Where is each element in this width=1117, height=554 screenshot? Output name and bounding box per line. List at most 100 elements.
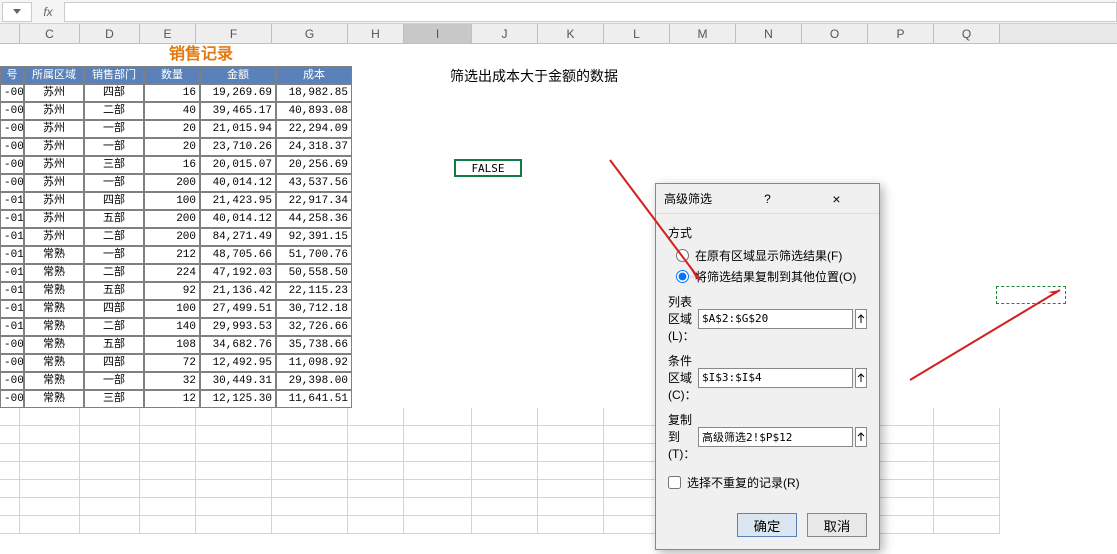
col-header[interactable]: O bbox=[802, 24, 868, 43]
table-cell[interactable]: 11,641.51 bbox=[276, 390, 352, 408]
sheet-body[interactable]: 销售记录 筛选出成本大于金额的数据 号 所属区域 销售部门 数量 金额 成本 -… bbox=[0, 44, 1117, 534]
col-header[interactable]: P bbox=[868, 24, 934, 43]
empty-cell[interactable] bbox=[0, 462, 20, 480]
empty-cell[interactable] bbox=[20, 480, 80, 498]
empty-cell[interactable] bbox=[140, 516, 196, 534]
table-cell[interactable]: 50,558.50 bbox=[276, 264, 352, 282]
table-cell[interactable]: 44,258.36 bbox=[276, 210, 352, 228]
table-cell[interactable]: 12 bbox=[144, 390, 200, 408]
table-cell[interactable]: 苏州 bbox=[24, 84, 84, 102]
table-cell[interactable]: 72 bbox=[144, 354, 200, 372]
table-cell[interactable]: 11,098.92 bbox=[276, 354, 352, 372]
table-cell[interactable]: 39,465.17 bbox=[200, 102, 276, 120]
empty-cell[interactable] bbox=[196, 462, 272, 480]
radio-inplace-input[interactable] bbox=[676, 249, 689, 262]
empty-cell[interactable] bbox=[20, 426, 80, 444]
table-row[interactable]: -006苏州一部2021,015.9422,294.09 bbox=[0, 120, 1117, 138]
table-cell[interactable]: 一部 bbox=[84, 174, 144, 192]
empty-cell[interactable] bbox=[80, 444, 140, 462]
table-cell[interactable]: 200 bbox=[144, 174, 200, 192]
empty-cell[interactable] bbox=[140, 408, 196, 426]
table-cell[interactable]: 苏州 bbox=[24, 228, 84, 246]
table-cell[interactable]: 12,125.30 bbox=[200, 390, 276, 408]
table-cell[interactable]: 四部 bbox=[84, 84, 144, 102]
table-cell[interactable]: 40 bbox=[144, 102, 200, 120]
table-cell[interactable]: 51,700.76 bbox=[276, 246, 352, 264]
empty-cell[interactable] bbox=[272, 426, 348, 444]
table-cell[interactable]: 21,136.42 bbox=[200, 282, 276, 300]
table-row[interactable]: -002常熟四部7212,492.9511,098.92 bbox=[0, 354, 1117, 372]
table-cell[interactable]: 212 bbox=[144, 246, 200, 264]
col-header[interactable]: Q bbox=[934, 24, 1000, 43]
empty-cell[interactable] bbox=[404, 516, 472, 534]
col-header[interactable]: M bbox=[670, 24, 736, 43]
table-cell[interactable]: 二部 bbox=[84, 228, 144, 246]
empty-cell[interactable] bbox=[140, 462, 196, 480]
col-header[interactable]: J bbox=[472, 24, 538, 43]
table-cell[interactable]: -006 bbox=[0, 120, 24, 138]
table-row[interactable]: -002常熟三部1212,125.3011,641.51 bbox=[0, 390, 1117, 408]
table-cell[interactable]: -011 bbox=[0, 210, 24, 228]
table-cell[interactable]: 常熟 bbox=[24, 354, 84, 372]
empty-cell[interactable] bbox=[80, 408, 140, 426]
list-range-input[interactable] bbox=[698, 309, 853, 329]
unique-checkbox[interactable] bbox=[668, 476, 681, 489]
table-cell[interactable]: 常熟 bbox=[24, 372, 84, 390]
empty-cell[interactable] bbox=[472, 462, 538, 480]
table-cell[interactable]: 苏州 bbox=[24, 192, 84, 210]
table-cell[interactable]: -004 bbox=[0, 84, 24, 102]
table-cell[interactable]: -010 bbox=[0, 192, 24, 210]
table-cell[interactable]: 20 bbox=[144, 138, 200, 156]
table-cell[interactable]: 常熟 bbox=[24, 318, 84, 336]
table-cell[interactable]: -014 bbox=[0, 264, 24, 282]
table-cell[interactable]: -019 bbox=[0, 318, 24, 336]
empty-cell[interactable] bbox=[472, 426, 538, 444]
empty-cell[interactable] bbox=[272, 444, 348, 462]
empty-cell[interactable] bbox=[20, 462, 80, 480]
table-cell[interactable]: 84,271.49 bbox=[200, 228, 276, 246]
empty-cell[interactable] bbox=[934, 480, 1000, 498]
table-cell[interactable]: -001 bbox=[0, 372, 24, 390]
empty-cell[interactable] bbox=[538, 444, 604, 462]
table-cell[interactable]: 22,115.23 bbox=[276, 282, 352, 300]
col-header[interactable]: D bbox=[80, 24, 140, 43]
range-picker-button[interactable] bbox=[855, 368, 867, 388]
empty-cell[interactable] bbox=[538, 408, 604, 426]
table-cell[interactable]: 16 bbox=[144, 156, 200, 174]
empty-cell[interactable] bbox=[348, 480, 404, 498]
table-cell[interactable]: 29,398.00 bbox=[276, 372, 352, 390]
table-cell[interactable]: 34,682.76 bbox=[200, 336, 276, 354]
table-cell[interactable]: 16 bbox=[144, 84, 200, 102]
col-header[interactable]: N bbox=[736, 24, 802, 43]
empty-cell[interactable] bbox=[472, 498, 538, 516]
empty-cell[interactable] bbox=[348, 408, 404, 426]
table-row[interactable]: -019常熟二部14029,993.5332,726.66 bbox=[0, 318, 1117, 336]
table-cell[interactable]: 43,537.56 bbox=[276, 174, 352, 192]
empty-cell[interactable] bbox=[196, 444, 272, 462]
table-cell[interactable]: 苏州 bbox=[24, 138, 84, 156]
empty-cell[interactable] bbox=[196, 516, 272, 534]
col-header[interactable]: C bbox=[20, 24, 80, 43]
col-header[interactable]: I bbox=[404, 24, 472, 43]
table-cell[interactable]: 200 bbox=[144, 228, 200, 246]
table-row[interactable]: -016常熟四部10027,499.5130,712.18 bbox=[0, 300, 1117, 318]
table-cell[interactable]: 苏州 bbox=[24, 120, 84, 138]
table-cell[interactable]: -007 bbox=[0, 138, 24, 156]
radio-copyto-input[interactable] bbox=[676, 270, 689, 283]
table-cell[interactable]: 五部 bbox=[84, 336, 144, 354]
table-cell[interactable]: 五部 bbox=[84, 210, 144, 228]
table-cell[interactable]: 常熟 bbox=[24, 336, 84, 354]
empty-cell[interactable] bbox=[140, 498, 196, 516]
empty-cell[interactable] bbox=[140, 444, 196, 462]
table-cell[interactable]: 100 bbox=[144, 192, 200, 210]
empty-cell[interactable] bbox=[140, 480, 196, 498]
table-cell[interactable]: 一部 bbox=[84, 138, 144, 156]
empty-cell[interactable] bbox=[0, 444, 20, 462]
unique-records-row[interactable]: 选择不重复的记录(R) bbox=[668, 474, 867, 491]
table-cell[interactable]: 五部 bbox=[84, 282, 144, 300]
table-cell[interactable]: 四部 bbox=[84, 300, 144, 318]
table-cell[interactable]: -005 bbox=[0, 102, 24, 120]
table-cell[interactable]: 224 bbox=[144, 264, 200, 282]
empty-cell[interactable] bbox=[272, 462, 348, 480]
empty-cell[interactable] bbox=[348, 444, 404, 462]
